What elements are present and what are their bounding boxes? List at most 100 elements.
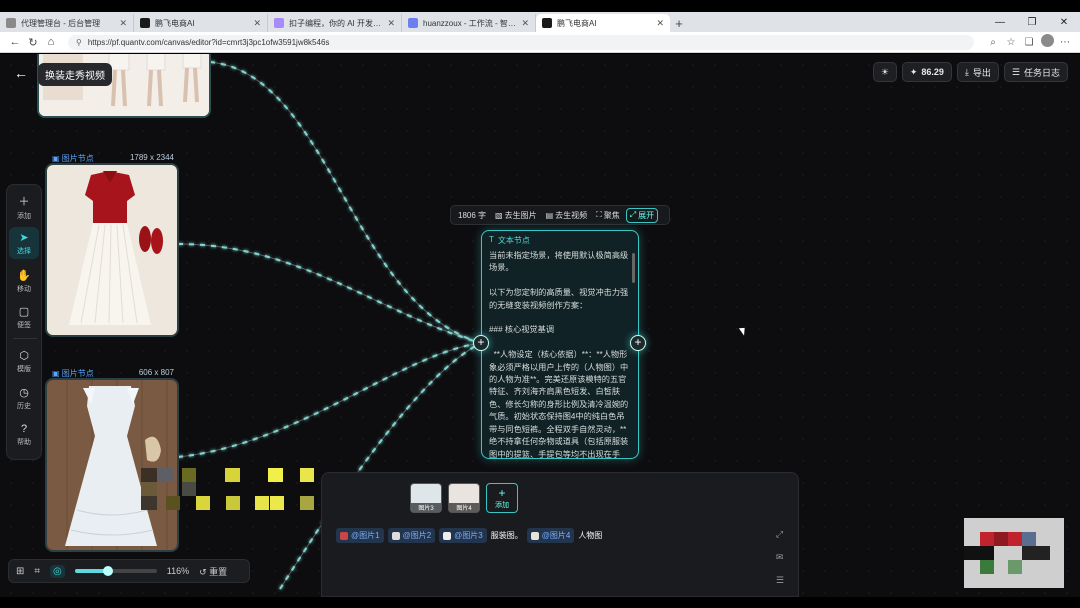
clock-icon: ◷ — [19, 386, 29, 399]
mention-chip[interactable]: @图片1 — [336, 528, 384, 543]
box-icon: ⬡ — [19, 349, 29, 362]
url-field[interactable]: ⚲ https://pf.quantv.com/canvas/editor?id… — [68, 34, 974, 50]
browser-tab[interactable]: 扣子编程，你的 AI 开发伙伴，Vi✕ — [268, 14, 402, 32]
mention-chip[interactable]: @图片4 — [526, 528, 575, 543]
focus-button[interactable]: ⛶ 聚焦 — [593, 210, 623, 221]
tab-close-icon[interactable]: ✕ — [253, 18, 261, 29]
thumbnail-image-3[interactable]: 图片3 — [410, 483, 442, 513]
screen-frame-bottom — [0, 597, 1080, 608]
thumb-icon — [340, 531, 348, 540]
expand-button[interactable]: ⤢ 展开 — [625, 207, 659, 223]
profile-avatar[interactable] — [1038, 34, 1056, 50]
tab-close-icon[interactable]: ✕ — [387, 18, 395, 29]
window-controls: — ❐ ✕ — [984, 12, 1080, 32]
tool-add[interactable]: ＋添加 — [9, 191, 39, 223]
prompt-side-actions: ⤢ ✉ ☰ — [776, 529, 784, 586]
browser-tab[interactable]: huanzzoux - 工作流 - 智能体平台✕ — [402, 14, 536, 32]
prompt-text: 人物图 — [578, 531, 603, 540]
prompt-panel: 图片3 图片4 + 添加 @图片1 @图片2 @图片3 服装图。 @图片4 人物图… — [321, 472, 799, 597]
help-icon: ? — [20, 423, 28, 435]
project-title[interactable]: 换装走秀视频 — [38, 63, 112, 86]
new-tab-button[interactable]: + — [670, 14, 688, 32]
add-reference-button[interactable]: + 添加 — [486, 483, 518, 513]
image-node-outfit-1[interactable] — [45, 163, 179, 337]
thumb-icon — [391, 531, 400, 540]
url-text: https://pf.quantv.com/canvas/editor?id=c… — [87, 37, 330, 47]
input-port-plus-icon[interactable]: + — [473, 335, 489, 351]
tool-note[interactable]: ▢ 便签 — [9, 301, 39, 333]
snap-icon[interactable]: ◎ — [50, 564, 65, 578]
task-log-button[interactable]: ☰ 任务日志 — [1003, 62, 1068, 82]
tab-close-icon[interactable]: ✕ — [521, 18, 529, 29]
text-node[interactable]: T 文本节点 当前未指定场景，将使用默认极简高级场景。 以下为您定制的高质量、视觉… — [481, 230, 639, 459]
text-node-scrollbar[interactable] — [632, 253, 635, 283]
inbox-icon[interactable]: ✉ — [776, 552, 784, 563]
home-icon[interactable]: ⌂ — [42, 36, 60, 48]
address-bar: ← ↻ ⌂ ⚲ https://pf.quantv.com/canvas/edi… — [0, 32, 1080, 53]
generate-image-button[interactable]: ▧ 去生图片 — [492, 210, 540, 221]
minimap[interactable] — [964, 518, 1064, 588]
browser-tab-bar: 代理管理台 - 后台管理✕ 鹏飞电商AI✕ 扣子编程，你的 AI 开发伙伴，Vi… — [0, 12, 1080, 32]
more-menu-icon[interactable]: ⋯ — [1056, 37, 1074, 48]
browser-tab[interactable]: 代理管理台 - 后台管理 ✕ — [0, 14, 134, 32]
expand-icon: ⤢ — [629, 210, 637, 219]
image-node-outfit-2[interactable] — [45, 378, 179, 552]
prompt-input[interactable]: @图片1 @图片2 @图片3 服装图。 @图片4 人物图 — [336, 528, 602, 543]
hand-icon: ✋ — [17, 269, 31, 282]
output-port-plus-icon[interactable]: + — [630, 335, 646, 351]
site-info-icon[interactable]: ⚲ — [76, 38, 82, 47]
mention-chip[interactable]: @图片3 — [439, 528, 487, 543]
thumbnail-image-4[interactable]: 图片4 — [448, 483, 480, 513]
edge-image1-to-text — [209, 61, 482, 344]
focus-icon: ⛶ — [596, 210, 602, 219]
fullscreen-icon[interactable]: ⤢ — [776, 529, 784, 540]
tool-move[interactable]: ✋ 移动 — [9, 265, 39, 297]
tab-favicon-icon — [542, 18, 552, 28]
export-button[interactable]: ⤓ 导出 — [956, 62, 999, 82]
tab-close-icon[interactable]: ✕ — [656, 18, 664, 29]
thumb-icon — [443, 531, 452, 540]
thumb-icon — [530, 531, 539, 540]
reload-icon[interactable]: ↻ — [24, 36, 42, 49]
favorite-star-icon[interactable]: ☆ — [1002, 37, 1020, 48]
back-arrow-icon[interactable]: ← — [14, 65, 28, 81]
sparkle-icon: ✦ — [909, 66, 918, 77]
theme-toggle-button[interactable]: ☀ — [872, 62, 897, 82]
browser-tab[interactable]: 鹏飞电商AI ✕ — [134, 14, 268, 32]
word-count: 1806 字 — [458, 210, 487, 220]
zoom-slider[interactable] — [74, 566, 157, 576]
tool-select[interactable]: ➤ 选择 — [9, 227, 39, 259]
back-icon[interactable]: ← — [6, 36, 24, 48]
text-node-content[interactable]: 当前未指定场景，将使用默认极简高级场景。 以下为您定制的高质量、视觉冲击力强的无… — [482, 250, 638, 458]
zoom-percent: 116% — [166, 566, 190, 576]
tool-templates[interactable]: ⬡ 模版 — [9, 345, 39, 377]
list-icon[interactable]: ☰ — [776, 575, 784, 586]
edge-image2-to-text — [177, 243, 482, 344]
download-icon: ⤓ — [964, 66, 969, 77]
workflow-canvas[interactable]: ← 换装走秀视频 ☀ ✦ 86.29 ⤓ 导出 ☰ 任务日志 ＋添加 ➤ 选择 ✋ 移动 … — [0, 54, 1080, 597]
zoom-bar: ⊞ ⌗ ◎ 116% ↺ 重置 — [8, 559, 250, 583]
zoom-icon[interactable]: ⌕ — [984, 37, 1002, 48]
zoom-slider-knob[interactable] — [102, 566, 113, 576]
maximize-icon[interactable]: ❐ — [1016, 17, 1048, 28]
map-icon[interactable]: ⊞ — [16, 566, 24, 577]
mention-chip[interactable]: @图片2 — [387, 528, 436, 543]
reset-icon: ↺ — [199, 566, 210, 577]
tab-favicon-icon — [140, 18, 150, 28]
grid-icon[interactable]: ⌗ — [34, 566, 40, 577]
generate-video-button[interactable]: ▤ 去生视频 — [543, 210, 591, 221]
tool-help[interactable]: ? 帮助 — [9, 419, 39, 451]
close-window-icon[interactable]: ✕ — [1048, 17, 1080, 28]
tab-favicon-icon — [274, 18, 284, 28]
collections-icon[interactable]: ❏ — [1020, 37, 1038, 48]
left-toolbar: ＋添加 ➤ 选择 ✋ 移动 ▢ 便签 ⬡ 模版 ◷ 历史 ? 帮助 — [6, 184, 42, 460]
browser-tab-active[interactable]: 鹏飞电商AI ✕ — [536, 14, 670, 32]
minimize-icon[interactable]: — — [984, 17, 1016, 28]
reset-button[interactable]: ↺ 重置 — [199, 565, 227, 578]
tool-history[interactable]: ◷ 历史 — [9, 382, 39, 414]
tab-close-icon[interactable]: ✕ — [119, 18, 127, 29]
text-node-header: T 文本节点 — [489, 235, 530, 245]
credits-badge[interactable]: ✦ 86.29 — [901, 62, 952, 82]
video-icon: ▤ — [545, 210, 554, 220]
prompt-text: 服装图。 — [490, 531, 523, 540]
